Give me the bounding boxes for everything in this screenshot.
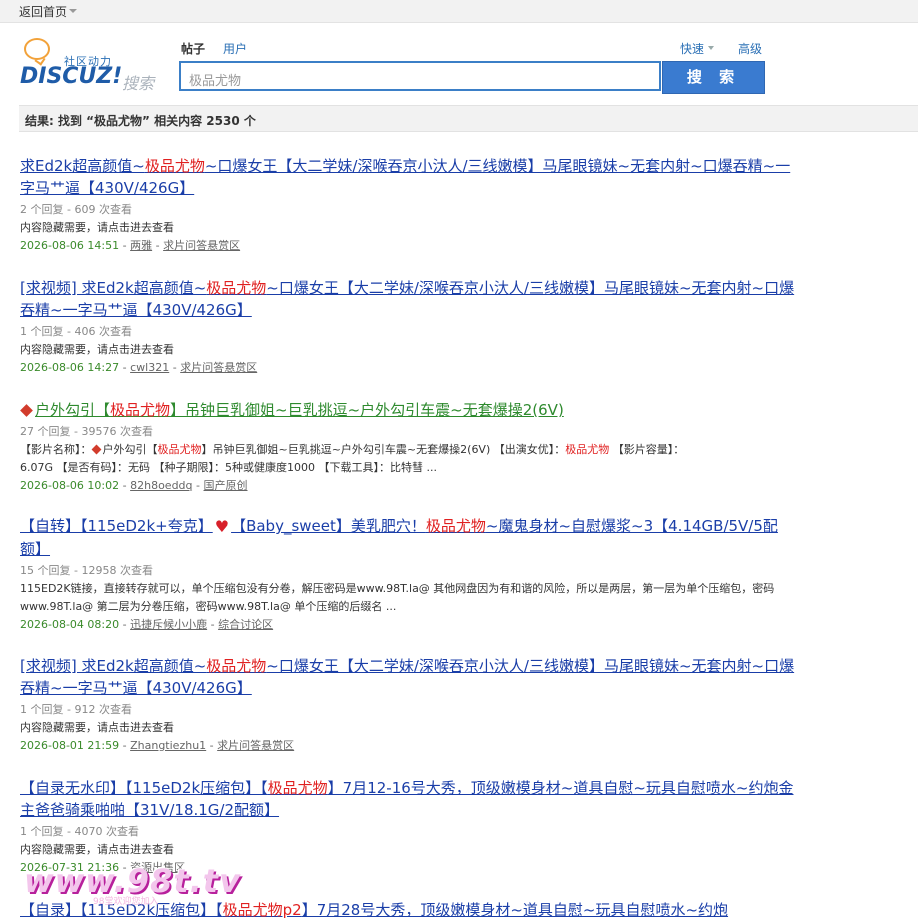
list-item: 【自转】【115eD2k+夸克】 ♥ 【Baby_sweet】美乳肥穴！极品尤物~魔… — [20, 515, 800, 634]
logo-wordmark: DISCUZ! — [20, 64, 123, 89]
result-snippet: 【影片名称】： 户外勾引【极品尤物】吊钟巨乳御姐~巨乳挑逗~户外勾引车震~无套爆操… — [20, 443, 685, 456]
watermark-subtext: 98堂欢迎您加入 — [93, 897, 159, 907]
tab-users[interactable]: 用户 — [223, 40, 247, 57]
result-footer: 2026-08-06 10:02 - 82h8oeddq - 国产原创 — [20, 479, 248, 492]
list-item: [求视频] 求Ed2k超高颜值~极品尤物~口爆女王【大二学妹/深喉吞京小汏人/三… — [20, 655, 800, 755]
author-link[interactable]: 两雅 — [130, 239, 152, 252]
result-title-link[interactable]: 户外勾引【极品尤物】吊钟巨乳御姐~巨乳挑逗~户外勾引车震~无套爆操2(6V) — [20, 399, 800, 421]
result-title-link[interactable]: 求Ed2k超高颜值~极品尤物~口爆女王【大二学妹/深喉吞京小汏人/三线嫩模】马尾… — [20, 155, 800, 199]
result-meta: 15 个回复 - 12958 次查看 — [20, 564, 153, 577]
result-snippet: 内容隐藏需要，请点击进去查看 — [20, 221, 174, 234]
home-link[interactable]: 返回首页 — [19, 3, 67, 20]
chevron-down-icon[interactable] — [708, 46, 714, 50]
result-title-link[interactable]: 【自录无水印】【115eD2k压缩包】【极品尤物】7月12-16号大秀，顶级嫩模… — [20, 777, 800, 821]
result-meta: 1 个回复 - 912 次查看 — [20, 703, 132, 716]
result-snippet-line2: 6.07G 【是否有码】：无码 【种子期限】：5种或健康度1000 【下载工具】… — [20, 461, 437, 474]
forum-link[interactable]: 求片问答悬赏区 — [180, 361, 257, 374]
result-meta: 2 个回复 - 609 次查看 — [20, 203, 132, 216]
result-snippet: 内容隐藏需要，请点击进去查看 — [20, 843, 174, 856]
result-summary-bar: 结果: 找到 “极品尤物” 相关内容 2530 个 — [19, 105, 918, 132]
search-button[interactable]: 搜 索 — [662, 61, 765, 94]
result-snippet: 内容隐藏需要，请点击进去查看 — [20, 721, 174, 734]
advanced-search-link[interactable]: 高级 — [738, 40, 762, 57]
result-snippet: 115ED2K链接，直接转存就可以，单个压缩包没有分卷，解压密码是www.98T… — [20, 582, 775, 613]
diamond-icon — [20, 403, 33, 417]
list-item: 求Ed2k超高颜值~极品尤物~口爆女王【大二学妹/深喉吞京小汏人/三线嫩模】马尾… — [20, 155, 800, 255]
diamond-icon — [91, 444, 101, 455]
result-footer: 2026-08-01 21:59 - Zhangtiezhu1 - 求片问答悬赏… — [20, 739, 295, 752]
result-footer: 2026-08-06 14:51 - 两雅 - 求片问答悬赏区 — [20, 239, 241, 252]
chevron-down-icon[interactable] — [69, 9, 77, 13]
heart-icon: ♥ — [214, 517, 230, 536]
forum-link[interactable]: 求片问答悬赏区 — [217, 739, 294, 752]
site-logo[interactable]: 社区动力 DISCUZ! 搜索 — [20, 38, 170, 98]
result-meta: 27 个回复 - 39576 次查看 — [20, 425, 153, 438]
list-item: [求视频] 求Ed2k超高颜值~极品尤物~口爆女王【大二学妹/深喉吞京小汏人/三… — [20, 277, 800, 377]
forum-link[interactable]: 求片问答悬赏区 — [163, 239, 240, 252]
result-footer: 2026-08-06 14:27 - cwl321 - 求片问答悬赏区 — [20, 361, 258, 374]
author-link[interactable]: Zhangtiezhu1 — [130, 739, 206, 752]
forum-link[interactable]: 综合讨论区 — [218, 618, 273, 631]
top-bar: 返回首页 — [0, 0, 918, 23]
author-link[interactable]: 82h8oeddq — [130, 479, 192, 492]
result-title-link[interactable]: [求视频] 求Ed2k超高颜值~极品尤物~口爆女王【大二学妹/深喉吞京小汏人/三… — [20, 655, 800, 699]
quick-search-toggle[interactable]: 快速 — [680, 40, 704, 57]
result-title-link[interactable]: [求视频] 求Ed2k超高颜值~极品尤物~口爆女王【大二学妹/深喉吞京小汏人/三… — [20, 277, 800, 321]
result-footer: 2026-08-04 08:20 - 迅捷斥候小小鹿 - 综合讨论区 — [20, 618, 274, 631]
logo-search-label: 搜索 — [122, 74, 155, 93]
result-snippet: 内容隐藏需要，请点击进去查看 — [20, 343, 174, 356]
list-item: 户外勾引【极品尤物】吊钟巨乳御姐~巨乳挑逗~户外勾引车震~无套爆操2(6V) 2… — [20, 399, 800, 495]
result-meta: 1 个回复 - 4070 次查看 — [20, 825, 139, 838]
author-link[interactable]: cwl321 — [130, 361, 169, 374]
result-title-link[interactable]: 【自转】【115eD2k+夸克】 ♥ 【Baby_sweet】美乳肥穴！极品尤物~魔… — [20, 515, 800, 560]
result-summary: 结果: 找到 “极品尤物” 相关内容 2530 个 — [25, 114, 256, 128]
result-meta: 1 个回复 - 406 次查看 — [20, 325, 132, 338]
forum-link[interactable]: 国产原创 — [204, 479, 248, 492]
search-input[interactable]: 极品尤物 — [179, 61, 661, 91]
author-link[interactable]: 迅捷斥候小小鹿 — [130, 618, 207, 631]
tab-posts[interactable]: 帖子 — [181, 40, 205, 57]
